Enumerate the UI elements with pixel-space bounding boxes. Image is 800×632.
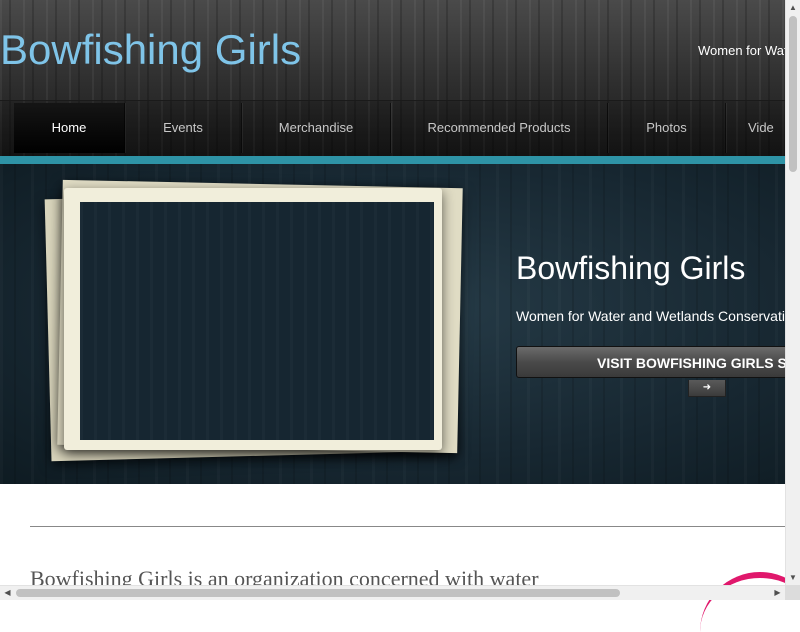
visit-store-button[interactable]: VISIT BOWFISHING GIRLS S [516, 346, 785, 378]
main-nav: Home Events Merchandise Recommended Prod… [0, 100, 785, 157]
site-header: Bowfishing Girls Women for Wat Home Even… [0, 0, 785, 158]
vertical-scrollbar[interactable]: ▲ ▼ [785, 0, 800, 585]
scroll-up-icon[interactable]: ▲ [786, 0, 800, 15]
scroll-right-icon[interactable]: ▶ [770, 586, 785, 600]
arrow-right-icon: ➜ [702, 382, 712, 393]
hero-title: Bowfishing Girls [516, 250, 746, 286]
hero-banner: Bowfishing Girls Women for Water and Wet… [0, 164, 785, 484]
scroll-left-icon[interactable]: ◀ [0, 586, 15, 600]
content-divider [30, 526, 785, 527]
nav-item-photos[interactable]: Photos [608, 103, 726, 153]
nav-item-recommended-products[interactable]: Recommended Products [391, 103, 608, 153]
site-title[interactable]: Bowfishing Girls [0, 26, 301, 74]
header-tagline: Women for Wat [698, 43, 785, 58]
slide-arrow-button[interactable]: ➜ [688, 380, 726, 397]
vertical-scroll-thumb[interactable] [789, 16, 797, 172]
photo-placeholder [80, 202, 434, 440]
scrollbar-corner [785, 585, 800, 600]
nav-item-home[interactable]: Home [14, 103, 125, 153]
horizontal-scrollbar[interactable]: ◀ ▶ [0, 585, 785, 600]
photo-frame [64, 188, 442, 450]
nav-item-merchandise[interactable]: Merchandise [242, 103, 391, 153]
nav-item-videos[interactable]: Vide [726, 103, 785, 153]
photo-stack [40, 178, 470, 478]
nav-item-events[interactable]: Events [125, 103, 242, 153]
teal-divider-bar [0, 156, 785, 164]
scroll-down-icon[interactable]: ▼ [786, 570, 800, 585]
hero-subtitle: Women for Water and Wetlands Conservati [516, 308, 785, 324]
horizontal-scroll-thumb[interactable] [16, 589, 620, 597]
